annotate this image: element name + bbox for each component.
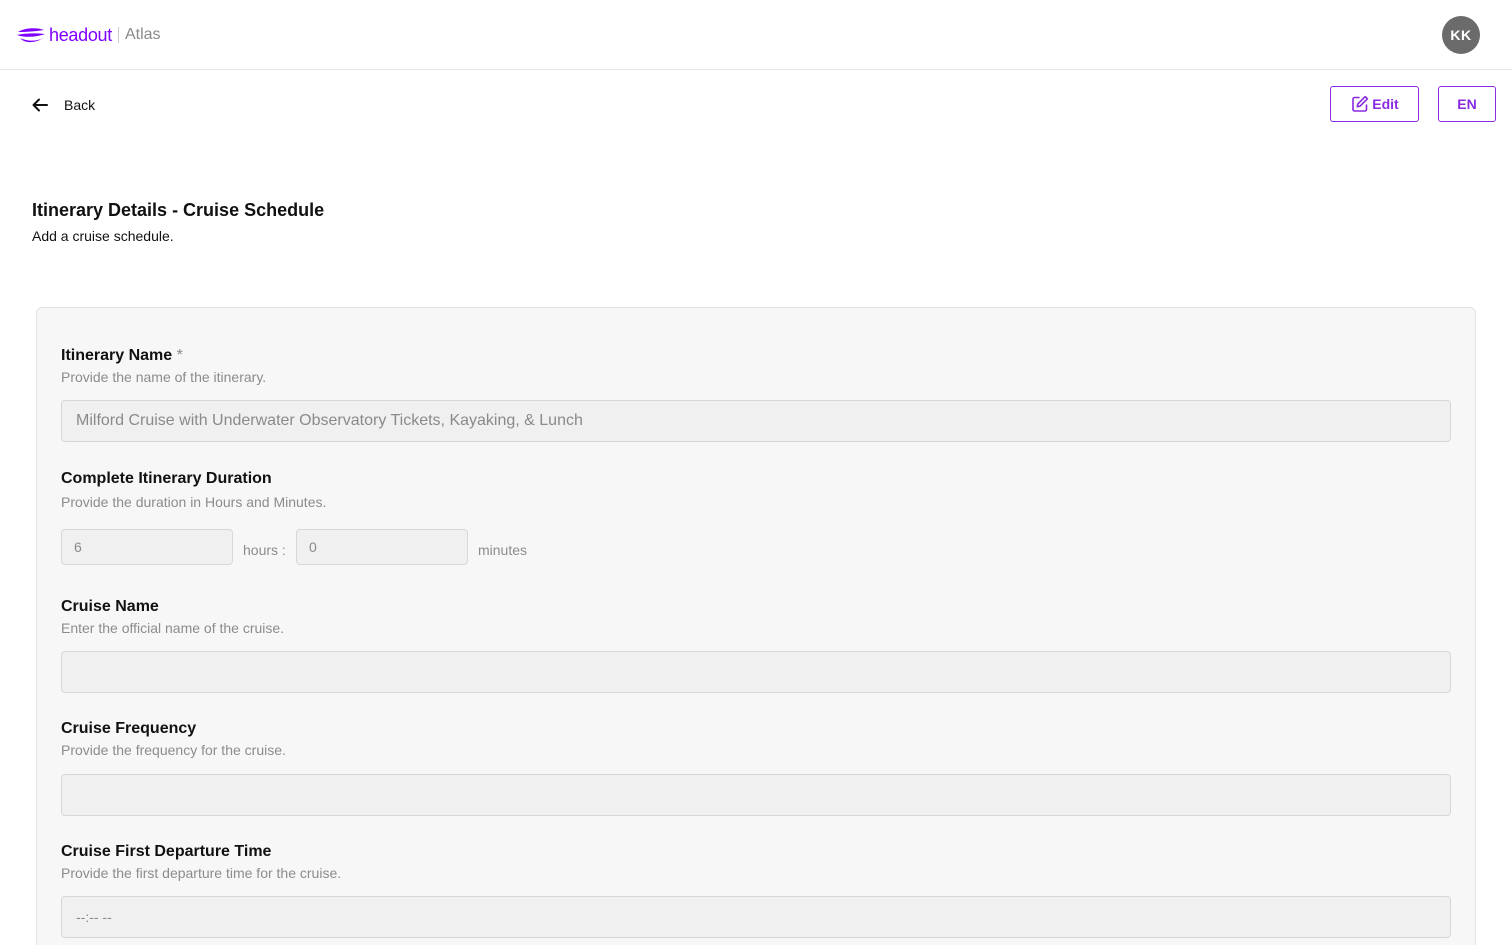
page-subtitle: Add a cruise schedule. bbox=[32, 228, 174, 244]
top-bar: headout Atlas KK bbox=[0, 0, 1512, 70]
minutes-unit-label: minutes bbox=[478, 542, 528, 558]
duration-hours-value: 6 bbox=[74, 539, 82, 555]
brand-divider bbox=[117, 27, 119, 43]
itinerary-name-label: Itinerary Name * bbox=[61, 347, 183, 365]
back-label: Back bbox=[64, 97, 96, 113]
duration-minutes-input[interactable]: 0 bbox=[296, 529, 468, 565]
cruise-frequency-label: Cruise Frequency bbox=[61, 720, 197, 737]
first-departure-help: Provide the first departure time for the… bbox=[61, 865, 342, 881]
language-button[interactable]: EN bbox=[1438, 86, 1496, 122]
back-button[interactable]: Back bbox=[30, 95, 95, 115]
product-name: Atlas bbox=[124, 26, 161, 43]
itinerary-name-label-text: Itinerary Name bbox=[61, 347, 173, 364]
brand-name: headout bbox=[49, 24, 112, 45]
itinerary-name-value: Milford Cruise with Underwater Observato… bbox=[76, 412, 583, 429]
edit-label: Edit bbox=[1372, 96, 1399, 112]
itinerary-name-input[interactable]: Milford Cruise with Underwater Observato… bbox=[61, 400, 1451, 442]
cruise-name-help: Enter the official name of the cruise. bbox=[61, 620, 285, 636]
duration-help: Provide the duration in Hours and Minute… bbox=[61, 494, 327, 510]
first-departure-time-input[interactable]: --:-- -- bbox=[61, 896, 1451, 938]
cruise-frequency-help: Provide the frequency for the cruise. bbox=[61, 742, 286, 758]
first-departure-label: Cruise First Departure Time bbox=[61, 843, 272, 860]
language-label: EN bbox=[1457, 96, 1477, 112]
edit-icon bbox=[1352, 95, 1369, 112]
user-avatar[interactable]: KK bbox=[1442, 16, 1480, 54]
headout-logo-icon bbox=[17, 28, 45, 43]
duration-label: Complete Itinerary Duration bbox=[61, 470, 272, 487]
first-departure-value: --:-- -- bbox=[76, 909, 112, 925]
edit-button[interactable]: Edit bbox=[1330, 86, 1419, 122]
required-mark: * bbox=[176, 347, 183, 364]
cruise-name-input[interactable] bbox=[61, 651, 1451, 693]
duration-minutes-value: 0 bbox=[309, 539, 317, 555]
hours-unit-label: hours : bbox=[243, 542, 286, 558]
duration-hours-input[interactable]: 6 bbox=[61, 529, 233, 565]
cruise-name-label: Cruise Name bbox=[61, 598, 159, 615]
brand[interactable]: headout Atlas bbox=[16, 22, 161, 48]
cruise-frequency-input[interactable] bbox=[61, 774, 1451, 816]
page-title: Itinerary Details - Cruise Schedule bbox=[32, 200, 325, 220]
arrow-left-icon bbox=[32, 98, 48, 112]
itinerary-name-help: Provide the name of the itinerary. bbox=[61, 369, 267, 385]
